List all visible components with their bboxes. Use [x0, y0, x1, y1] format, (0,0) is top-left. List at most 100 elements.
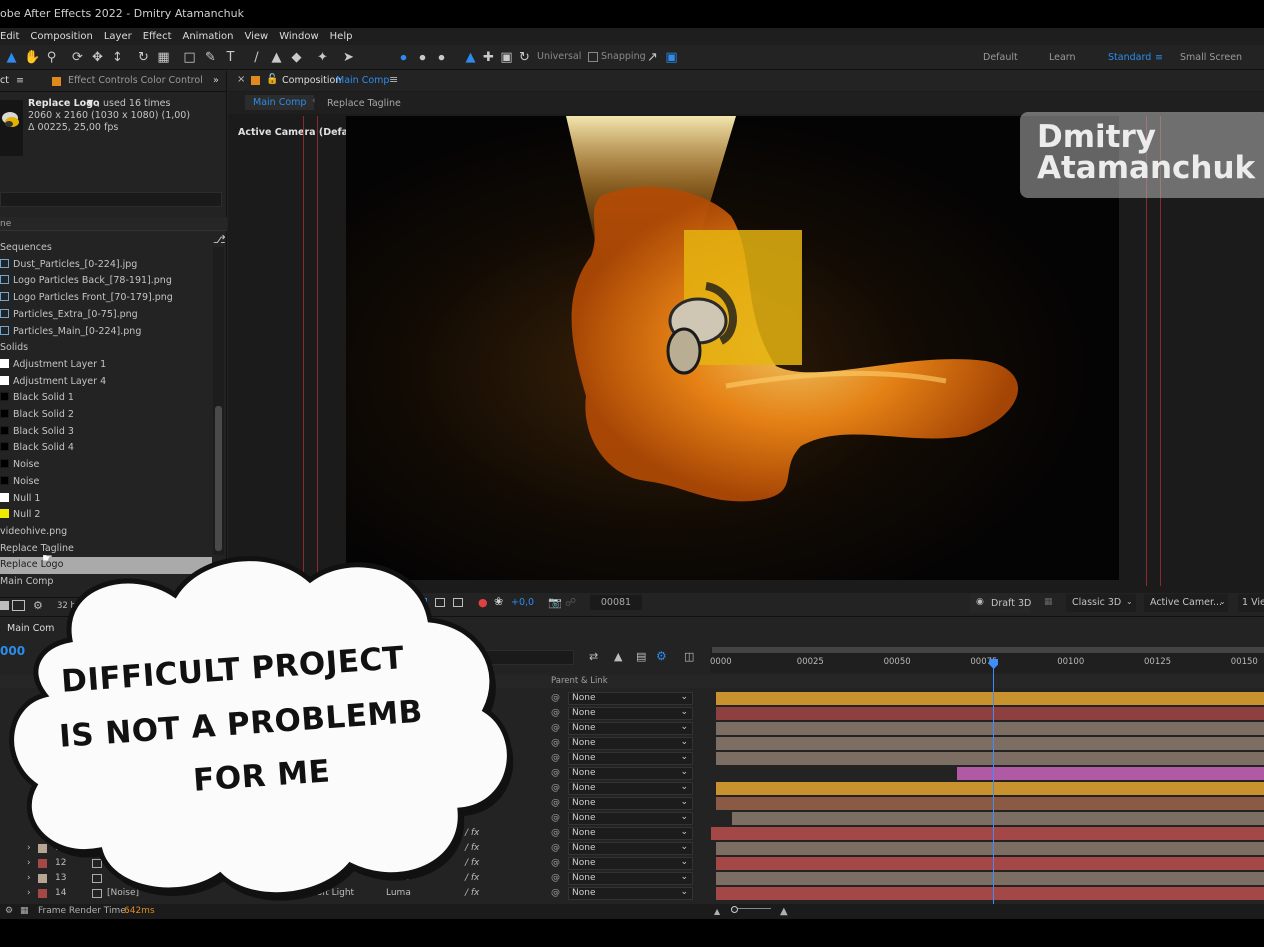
layer-duration-bar[interactable] [710, 827, 1264, 840]
workspace-learn[interactable]: Learn [1049, 52, 1076, 63]
parent-select[interactable]: None ⌄ [568, 752, 693, 765]
extended-viewer-icon[interactable]: ▦ [1044, 597, 1053, 607]
layer-duration-bar[interactable] [716, 797, 1264, 810]
zoom-out-icon[interactable]: ▲ [714, 904, 720, 919]
shy-layers-icon[interactable]: ▤ [636, 650, 646, 663]
parent-select[interactable]: None ⌄ [568, 827, 693, 840]
pick-whip-icon[interactable]: @ [551, 886, 560, 901]
layer-duration-bar[interactable] [716, 857, 1264, 870]
playhead-line[interactable] [993, 659, 995, 905]
comp-tab-menu-icon[interactable]: ≡ [389, 73, 398, 86]
comp-tab-prefix[interactable]: Composition [282, 75, 341, 86]
project-search-input[interactable] [0, 192, 222, 207]
layer-duration-bar[interactable] [716, 737, 1264, 750]
workspace-small-screen[interactable]: Small Screen [1180, 52, 1242, 63]
project-item[interactable]: Null 2 [0, 507, 212, 524]
menu-composition[interactable]: Composition [30, 31, 92, 42]
layer-duration-bar[interactable] [716, 872, 1264, 885]
layer-duration-bar[interactable] [716, 887, 1264, 900]
hand-tool-icon[interactable]: ✋ [24, 50, 40, 65]
select-transform-icon[interactable]: ▲ [463, 50, 478, 65]
zoom-tool-icon[interactable]: ⚲ [44, 50, 59, 65]
layer-duration-bar[interactable] [732, 812, 1264, 825]
roto-brush-icon[interactable]: ✦ [315, 50, 330, 65]
menu-animation[interactable]: Animation [183, 31, 234, 42]
status-gear-icon[interactable]: ⚙ [5, 904, 13, 919]
pick-whip-icon[interactable]: @ [551, 691, 560, 706]
parent-select[interactable]: None ⌄ [568, 812, 693, 825]
menu-window[interactable]: Window [279, 31, 318, 42]
snapping-checkbox[interactable] [588, 52, 598, 62]
pick-whip-icon[interactable]: @ [551, 706, 560, 721]
show-snapshot-icon[interactable]: ☍ [565, 596, 576, 609]
pick-whip-icon[interactable]: @ [551, 766, 560, 781]
project-item[interactable]: Particles_Extra_[0-75].png [0, 307, 212, 324]
project-item[interactable]: Black Solid 1 [0, 390, 212, 407]
parent-select[interactable]: None ⌄ [568, 692, 693, 705]
scale-transform-icon[interactable]: ▣ [499, 50, 514, 65]
pick-whip-icon[interactable]: @ [551, 751, 560, 766]
parent-select[interactable]: None ⌄ [568, 737, 693, 750]
menu-view[interactable]: View [244, 31, 268, 42]
clone-stamp-icon[interactable]: ▲ [269, 50, 284, 65]
layer-duration-bar[interactable] [716, 722, 1264, 735]
tab-effect-controls[interactable]: Effect Controls Color Control [68, 71, 203, 91]
tab-project[interactable]: ct [0, 71, 9, 91]
breadcrumb-replace-tagline[interactable]: Replace Tagline [327, 98, 401, 109]
graph-editor-icon[interactable]: ◫ [684, 650, 694, 663]
project-item[interactable]: videohive.png [0, 524, 212, 541]
project-item[interactable]: Noise [0, 474, 212, 491]
layer-duration-bar[interactable] [716, 692, 1264, 705]
project-item[interactable]: Logo Particles Back_[78-191].png [0, 273, 212, 290]
project-item[interactable]: Black Solid 2 [0, 407, 212, 424]
workspace-standard[interactable]: Standard [1108, 52, 1151, 63]
menu-help[interactable]: Help [330, 31, 353, 42]
menu-effect[interactable]: Effect [143, 31, 172, 42]
parent-select[interactable]: None ⌄ [568, 707, 693, 720]
parent-select[interactable]: None ⌄ [568, 842, 693, 855]
project-item[interactable]: Noise [0, 457, 212, 474]
project-item[interactable]: Adjustment Layer 4 [0, 374, 212, 391]
pick-whip-icon[interactable]: @ [551, 796, 560, 811]
project-tab-menu-icon[interactable]: ≡ [16, 71, 24, 91]
pick-whip-icon[interactable]: @ [551, 871, 560, 886]
comp-mini-flowchart-icon[interactable]: ⇄ [589, 650, 598, 663]
flowchart-icon[interactable]: ⎇ [213, 233, 226, 246]
eraser-tool-icon[interactable]: ◆ [289, 50, 304, 65]
rotate-transform-icon[interactable]: ↻ [517, 50, 532, 65]
workspace-menu-icon[interactable]: ≡ [1155, 52, 1163, 63]
puppet-pin-icon[interactable]: ➤ [341, 50, 356, 65]
panel-overflow-icon[interactable]: » [213, 71, 219, 91]
motion-blur-icon[interactable]: ⚙ [656, 649, 667, 663]
parent-select[interactable]: None ⌄ [568, 767, 693, 780]
draft-3d-label[interactable]: Draft 3D [991, 598, 1031, 609]
comp-tab-name[interactable]: Main Comp [336, 75, 389, 86]
project-item[interactable]: Solids [0, 340, 212, 357]
view-select[interactable]: Active Camer... [1144, 594, 1228, 612]
parent-select[interactable]: None ⌄ [568, 797, 693, 810]
views-count-select[interactable]: 1 Vie [1238, 594, 1264, 612]
project-item[interactable]: Black Solid 3 [0, 424, 212, 441]
lock-icon[interactable]: 🔓 [266, 74, 278, 85]
project-item[interactable]: Dust_Particles_[0-224].jpg [0, 257, 212, 274]
type-tool-icon[interactable]: T [223, 50, 238, 65]
local-axis-icon[interactable]: ⦁ [396, 50, 411, 65]
project-scrollbar-thumb[interactable] [215, 406, 222, 551]
rectangle-tool-icon[interactable]: □ [182, 50, 197, 65]
dolly-camera-icon[interactable]: ↕ [110, 50, 125, 65]
zoom-slider-handle[interactable] [731, 906, 738, 913]
snap-features-icon[interactable]: ▣ [664, 50, 679, 65]
snap-edges-icon[interactable]: ↗ [645, 50, 660, 65]
project-item[interactable]: Sequences [0, 240, 212, 257]
axis-mode-label[interactable]: Universal [537, 51, 581, 62]
menu-edit[interactable]: Edit [0, 31, 19, 42]
pick-whip-icon[interactable]: @ [551, 781, 560, 796]
world-axis-icon[interactable]: ⦁ [415, 50, 430, 65]
selection-tool-icon[interactable]: ▲ [4, 50, 19, 65]
breadcrumb-main-comp[interactable]: Main Comp [245, 95, 315, 110]
item-dropdown-icon[interactable]: ▼ [87, 98, 93, 107]
orbit-camera-icon[interactable]: ⟳ [70, 50, 85, 65]
pick-whip-icon[interactable]: @ [551, 721, 560, 736]
name-column-header[interactable]: ne [0, 217, 227, 231]
parent-select[interactable]: None ⌄ [568, 857, 693, 870]
